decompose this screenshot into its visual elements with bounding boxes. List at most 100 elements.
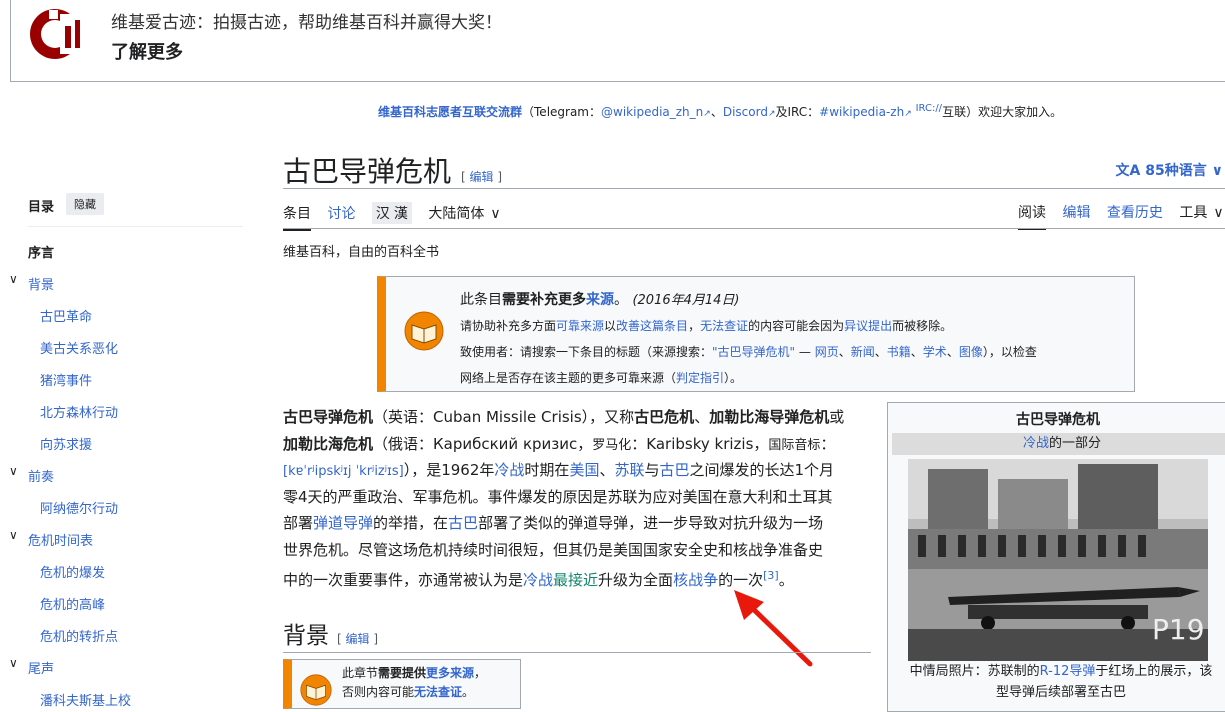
- para-line: 中的一次重要事件，亦通常被认为是冷战最接近升级为全面核战争的一次[3]。: [283, 563, 794, 594]
- verifiability-link[interactable]: 无法查证: [414, 685, 462, 699]
- variant-simplified[interactable]: 汉: [376, 203, 390, 223]
- infobox-title: 古巴导弹危机: [1016, 412, 1100, 428]
- toc-item-intro[interactable]: 序言: [28, 242, 54, 261]
- irc-protocol-label: IRC://: [915, 103, 943, 114]
- chevron-down-icon[interactable]: ∨: [9, 464, 18, 478]
- variant-toggle[interactable]: 汉漢: [371, 202, 412, 224]
- toc-item-background[interactable]: 背景: [28, 274, 54, 293]
- toc-item-peak[interactable]: 危机的高峰: [40, 594, 105, 613]
- search-books-link[interactable]: 书籍: [887, 345, 911, 359]
- notice-text: 、: [946, 345, 959, 359]
- tab-edit[interactable]: 编辑: [1062, 202, 1090, 222]
- ipa-link[interactable]: [kɐˈrʲipskʲɪj ˈkrʲizʲɪs]: [283, 464, 404, 479]
- page-title-text: 古巴导弹危机: [283, 155, 452, 188]
- telegram-link[interactable]: @wikipedia_zh_n: [601, 105, 703, 119]
- para-text: 时期在: [524, 461, 570, 479]
- improve-article-link[interactable]: 改善这篇条目: [616, 319, 688, 333]
- title-edit-link[interactable]: [ 编辑 ]: [461, 170, 502, 184]
- notice-text: 的内容可能会因为: [748, 319, 845, 333]
- sources-link[interactable]: 来源: [586, 292, 614, 308]
- tools-label[interactable]: 工具: [1179, 202, 1207, 222]
- guideline-link[interactable]: 判定指引: [676, 371, 724, 385]
- cuba-link[interactable]: 古巴: [448, 514, 478, 532]
- r12-missile-link[interactable]: R-12导弹: [1040, 664, 1096, 679]
- toc-item-cuban-revolution[interactable]: 古巴革命: [40, 306, 92, 325]
- toc-hide-button[interactable]: 隐藏: [66, 193, 104, 215]
- tools-menu[interactable]: 工具 ∨: [1179, 202, 1225, 222]
- chevron-down-icon[interactable]: ∨: [9, 272, 18, 286]
- notice-text: 致使用者：请搜索一下条目的标题（来源搜索：: [460, 345, 713, 359]
- tabs-divider: [283, 228, 1225, 229]
- chevron-down-icon[interactable]: ∨: [9, 656, 18, 670]
- external-link-icon: ↗: [904, 109, 912, 119]
- nuclear-war-link[interactable]: 核战争: [673, 571, 718, 589]
- ballistic-missile-link[interactable]: 弹道导弹: [313, 514, 373, 532]
- para-text: 部署: [283, 514, 314, 532]
- notice-text: 网络上是否存在该主题的更多可靠来源（: [460, 371, 677, 385]
- variant-dropdown[interactable]: 大陆简体 ∨: [428, 203, 500, 223]
- toc-item-turning-point[interactable]: 危机的转折点: [40, 626, 118, 645]
- search-scholar-link[interactable]: 学术: [923, 345, 947, 359]
- cold-war-link[interactable]: 冷战: [1023, 436, 1049, 451]
- tab-read[interactable]: 阅读: [1018, 202, 1046, 230]
- search-news-link[interactable]: 新闻: [851, 345, 875, 359]
- variant-traditional[interactable]: 漢: [394, 203, 408, 223]
- notice-text: 以: [604, 319, 617, 333]
- toc-item-bay-of-pigs[interactable]: 猪湾事件: [40, 370, 92, 389]
- language-count[interactable]: 85种语言: [1145, 163, 1206, 179]
- language-button[interactable]: 文A 85种语言 ∨: [1116, 160, 1223, 180]
- banner-learn-more-link[interactable]: 了解更多: [111, 38, 183, 64]
- notice-date: (2016年4月14日): [632, 293, 740, 308]
- notice-group-link[interactable]: 维基百科志愿者互联交流群: [378, 105, 522, 119]
- chevron-down-icon: ∨: [1213, 205, 1224, 221]
- cold-war-link[interactable]: 冷战: [494, 461, 524, 479]
- cold-war-link[interactable]: 冷战: [523, 571, 553, 589]
- notice-text: 。: [462, 685, 475, 699]
- usa-link[interactable]: 美国: [569, 461, 599, 479]
- para-text-small: 罗马化: [592, 437, 632, 453]
- book-icon: [300, 674, 332, 706]
- toc-item-penkovsky[interactable]: 潘科夫斯基上校: [40, 690, 131, 709]
- notice-text-bold: 需要补充更多: [502, 292, 586, 308]
- verifiability-link[interactable]: 无法查证: [700, 319, 748, 333]
- bold-term: 加勒比海危机: [283, 434, 374, 453]
- toc-item-relations[interactable]: 美古关系恶化: [40, 338, 118, 357]
- para-text: ：Karibsky krizis，: [631, 434, 769, 453]
- irc-link[interactable]: #wikipedia-zh: [819, 105, 904, 119]
- search-web-link[interactable]: 网页: [815, 345, 839, 359]
- tab-article[interactable]: 条目: [283, 203, 311, 231]
- missile-parade-photo[interactable]: P19: [908, 459, 1208, 661]
- toc-item-aftermath[interactable]: 尾声: [28, 658, 54, 677]
- toc-item-outbreak[interactable]: 危机的爆发: [40, 562, 105, 581]
- toc-item-prelude[interactable]: 前奏: [28, 466, 54, 485]
- citation-link[interactable]: [3]: [763, 569, 779, 582]
- variant-label[interactable]: 大陆简体: [428, 203, 484, 223]
- notice-text: —: [795, 345, 815, 359]
- toc-item-northwoods[interactable]: 北方森林行动: [40, 402, 118, 421]
- edit-label[interactable]: 编辑: [470, 170, 494, 184]
- closest-link[interactable]: 最接近: [553, 571, 598, 589]
- ussr-link[interactable]: 苏联: [614, 461, 644, 479]
- search-term-link[interactable]: "古巴导弹危机": [712, 345, 795, 359]
- namespace-tabs: 条目 讨论 汉漢 大陆简体 ∨: [283, 202, 513, 231]
- notice-line-4: 网络上是否存在该主题的更多可靠来源（判定指引）。: [460, 369, 742, 386]
- para-text: 中的一次重要事件，亦通常被认为是: [283, 571, 524, 589]
- site-tagline: 维基百科，自由的百科全书: [283, 245, 440, 260]
- tab-talk[interactable]: 讨论: [327, 203, 355, 223]
- edit-label[interactable]: 编辑: [346, 632, 370, 646]
- reliable-sources-link[interactable]: 可靠来源: [556, 319, 604, 333]
- cuba-link[interactable]: 古巴: [660, 461, 690, 479]
- toc-item-timeline[interactable]: 危机时间表: [28, 530, 93, 549]
- toc-item-soviet-aid[interactable]: 向苏求援: [40, 434, 92, 453]
- book-icon: [404, 311, 444, 351]
- tab-history[interactable]: 查看历史: [1107, 202, 1163, 222]
- notice-text: 及IRC：: [775, 105, 820, 119]
- site-notice: 维基百科志愿者互联交流群（Telegram：@wikipedia_zh_n↗、D…: [378, 103, 1062, 120]
- search-images-link[interactable]: 图像: [959, 345, 983, 359]
- discord-link[interactable]: Discord: [723, 105, 768, 119]
- more-sources-link[interactable]: 更多来源: [426, 666, 474, 680]
- challenge-link[interactable]: 异议提出: [844, 319, 892, 333]
- toc-item-anadyr[interactable]: 阿纳德尔行动: [40, 498, 118, 517]
- chevron-down-icon[interactable]: ∨: [9, 528, 18, 542]
- section-edit-link[interactable]: [ 编辑 ]: [337, 632, 378, 646]
